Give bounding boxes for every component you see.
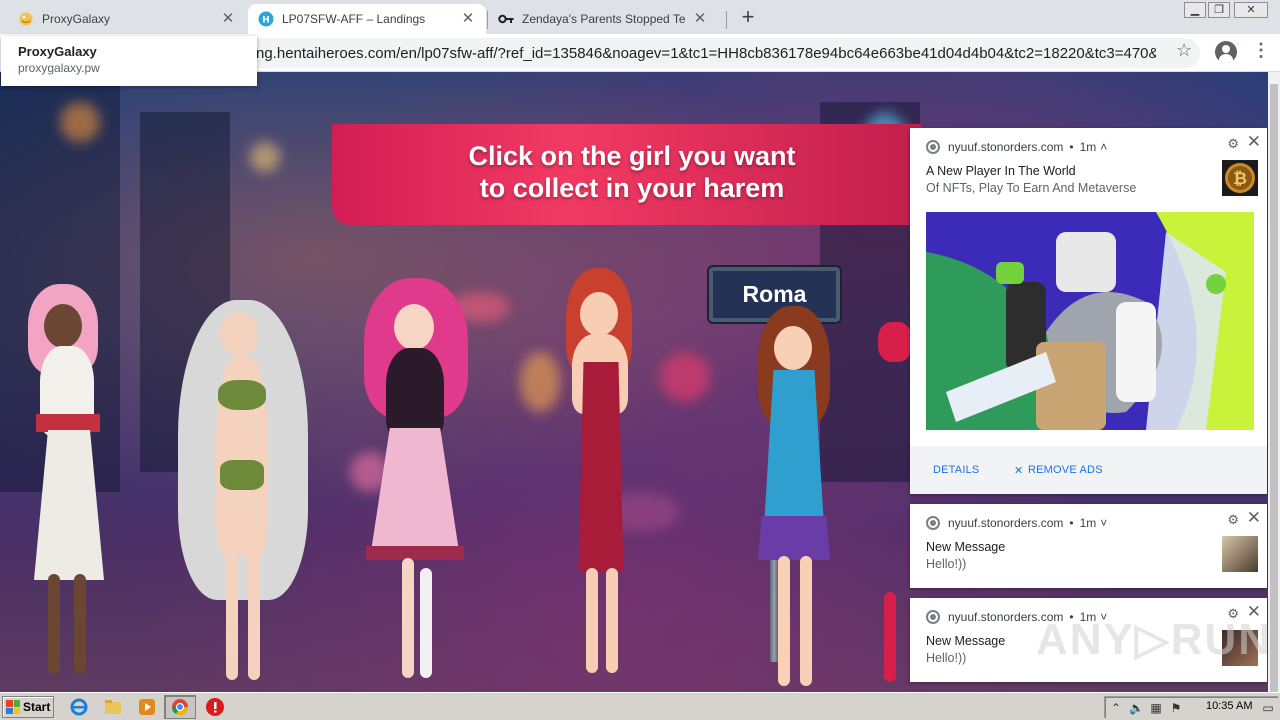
proxygalaxy-favicon xyxy=(18,11,34,27)
taskbar-clock: 10:35 AM xyxy=(1206,700,1253,712)
chevron-down-icon[interactable]: ˅ xyxy=(1100,516,1107,530)
chrome-icon xyxy=(926,140,940,154)
background-light xyxy=(60,102,100,142)
windows-taskbar: Start ⌃ 🔈 ▦ ⚑ ▭ 10:35 AM xyxy=(0,692,1280,720)
tab-proxygalaxy[interactable]: ProxyGalaxy ✕ xyxy=(8,4,246,34)
network-icon[interactable]: ▦ xyxy=(1149,701,1163,715)
tab-title: ProxyGalaxy xyxy=(42,12,111,26)
notification-time: 1m xyxy=(1079,516,1097,530)
background-light xyxy=(250,142,280,172)
address-bar[interactable]: ng.hentaiheroes.com/en/lp07sfw-aff/?ref_… xyxy=(200,38,1200,68)
minimize-button[interactable]: ▁ xyxy=(1184,2,1206,18)
notification-title: A New Player In The World xyxy=(926,164,1076,178)
remove-ads-button[interactable]: REMOVE ADS xyxy=(1028,464,1103,476)
tab-strip: ProxyGalaxy ✕ H LP07SFW-AFF – Landings ✕… xyxy=(0,0,1280,34)
hover-card-title: ProxyGalaxy xyxy=(18,44,97,59)
more-menu-icon[interactable]: ⋮ xyxy=(1252,40,1270,61)
stop-sign-icon[interactable] xyxy=(206,698,224,716)
character-girl-1[interactable] xyxy=(18,284,118,684)
flag-icon[interactable]: ⚑ xyxy=(1169,701,1183,715)
key-icon xyxy=(498,11,514,27)
tab-separator xyxy=(726,11,727,29)
page-scrollbar[interactable] xyxy=(1268,72,1280,704)
notification-message: Of NFTs, Play To Earn And Metaverse xyxy=(926,181,1137,195)
character-girl-6[interactable] xyxy=(872,322,912,692)
chrome-icon xyxy=(926,610,940,624)
close-icon[interactable]: ✕ xyxy=(460,11,476,27)
notification-header: nyuuf.stonorders.com • 1m ˅ xyxy=(926,516,1107,530)
start-label: Start xyxy=(23,700,51,714)
tab-hover-card: ProxyGalaxy proxygalaxy.pw xyxy=(1,36,257,86)
notification-card-nft[interactable]: nyuuf.stonorders.com • 1m ˄ ⚙ ✕ A New Pl… xyxy=(910,128,1267,494)
chevron-up-icon[interactable]: ˄ xyxy=(1100,140,1107,154)
notification-time: 1m xyxy=(1079,140,1097,154)
tab-title: Zendaya's Parents Stopped Telling H xyxy=(522,12,686,26)
details-button[interactable]: DETAILS xyxy=(933,464,979,476)
desktop-icon[interactable]: ▭ xyxy=(1261,701,1275,715)
start-button[interactable]: Start xyxy=(2,696,54,718)
windows-logo-icon xyxy=(6,700,20,714)
notification-title: New Message xyxy=(926,634,1006,648)
close-icon[interactable]: ✕ xyxy=(1247,132,1261,152)
maximize-button[interactable]: ❐ xyxy=(1208,2,1230,18)
background-light xyxy=(520,352,560,412)
separator-dot: • xyxy=(1069,516,1074,530)
anyrun-watermark: ANY▷RUN xyxy=(1036,615,1273,664)
volume-icon[interactable]: 🔈 xyxy=(1129,701,1144,715)
chevron-up-icon[interactable]: ⌃ xyxy=(1109,701,1123,715)
notification-message: Hello!)) xyxy=(926,651,967,665)
window-close-button[interactable]: ✕ xyxy=(1234,2,1268,18)
banner: Click on the girl you want to collect in… xyxy=(332,124,922,225)
notification-title: New Message xyxy=(926,540,1006,554)
svg-text:₿: ₿ xyxy=(1233,169,1247,189)
scrollbar-thumb[interactable] xyxy=(1270,84,1278,704)
notification-domain: nyuuf.stonorders.com xyxy=(948,140,1064,154)
character-girl-3[interactable] xyxy=(350,278,480,688)
notification-ad-image[interactable] xyxy=(926,212,1254,430)
chrome-taskbar-button[interactable] xyxy=(164,695,196,719)
close-icon[interactable]: ✕ xyxy=(1247,508,1261,528)
separator-dot: • xyxy=(1069,140,1074,154)
character-girl-5[interactable] xyxy=(744,306,844,692)
internet-explorer-icon[interactable] xyxy=(70,698,88,716)
remove-ads-close-icon[interactable]: ✕ xyxy=(1014,464,1023,477)
tab-title: LP07SFW-AFF – Landings xyxy=(282,12,426,26)
new-tab-button[interactable]: + xyxy=(736,6,760,30)
close-icon[interactable]: ✕ xyxy=(220,11,236,27)
hover-card-domain: proxygalaxy.pw xyxy=(18,61,100,75)
avatar xyxy=(1222,536,1258,572)
banner-text: Click on the girl you want to collect in… xyxy=(468,141,796,203)
tab-zendaya[interactable]: Zendaya's Parents Stopped Telling H ✕ xyxy=(488,4,718,34)
notification-domain: nyuuf.stonorders.com xyxy=(948,516,1064,530)
close-icon[interactable]: ✕ xyxy=(692,11,708,27)
notification-actions: DETAILS ✕ REMOVE ADS xyxy=(910,446,1267,494)
background-light xyxy=(660,352,710,402)
gear-icon[interactable]: ⚙ xyxy=(1227,512,1239,528)
tab-landings[interactable]: H LP07SFW-AFF – Landings ✕ xyxy=(248,4,486,34)
notification-header: nyuuf.stonorders.com • 1m ˄ xyxy=(926,140,1107,154)
chrome-icon xyxy=(926,516,940,530)
file-explorer-icon[interactable] xyxy=(104,698,122,716)
character-girl-2[interactable] xyxy=(168,290,318,690)
bookmark-star-icon[interactable]: ☆ xyxy=(1176,40,1192,61)
character-girl-4[interactable] xyxy=(556,268,646,688)
gear-icon[interactable]: ⚙ xyxy=(1227,136,1239,152)
profile-avatar-icon[interactable] xyxy=(1215,41,1237,63)
url-text[interactable]: ng.hentaiheroes.com/en/lp07sfw-aff/?ref_… xyxy=(256,45,1156,62)
media-player-icon[interactable] xyxy=(138,698,156,716)
notification-message: Hello!)) xyxy=(926,557,967,571)
svg-text:H: H xyxy=(262,16,270,26)
hentaiheroes-favicon: H xyxy=(258,11,274,27)
bitcoin-icon: ₿ xyxy=(1222,160,1258,196)
notification-card-message-1[interactable]: nyuuf.stonorders.com • 1m ˅ ⚙ ✕ New Mess… xyxy=(910,504,1267,588)
